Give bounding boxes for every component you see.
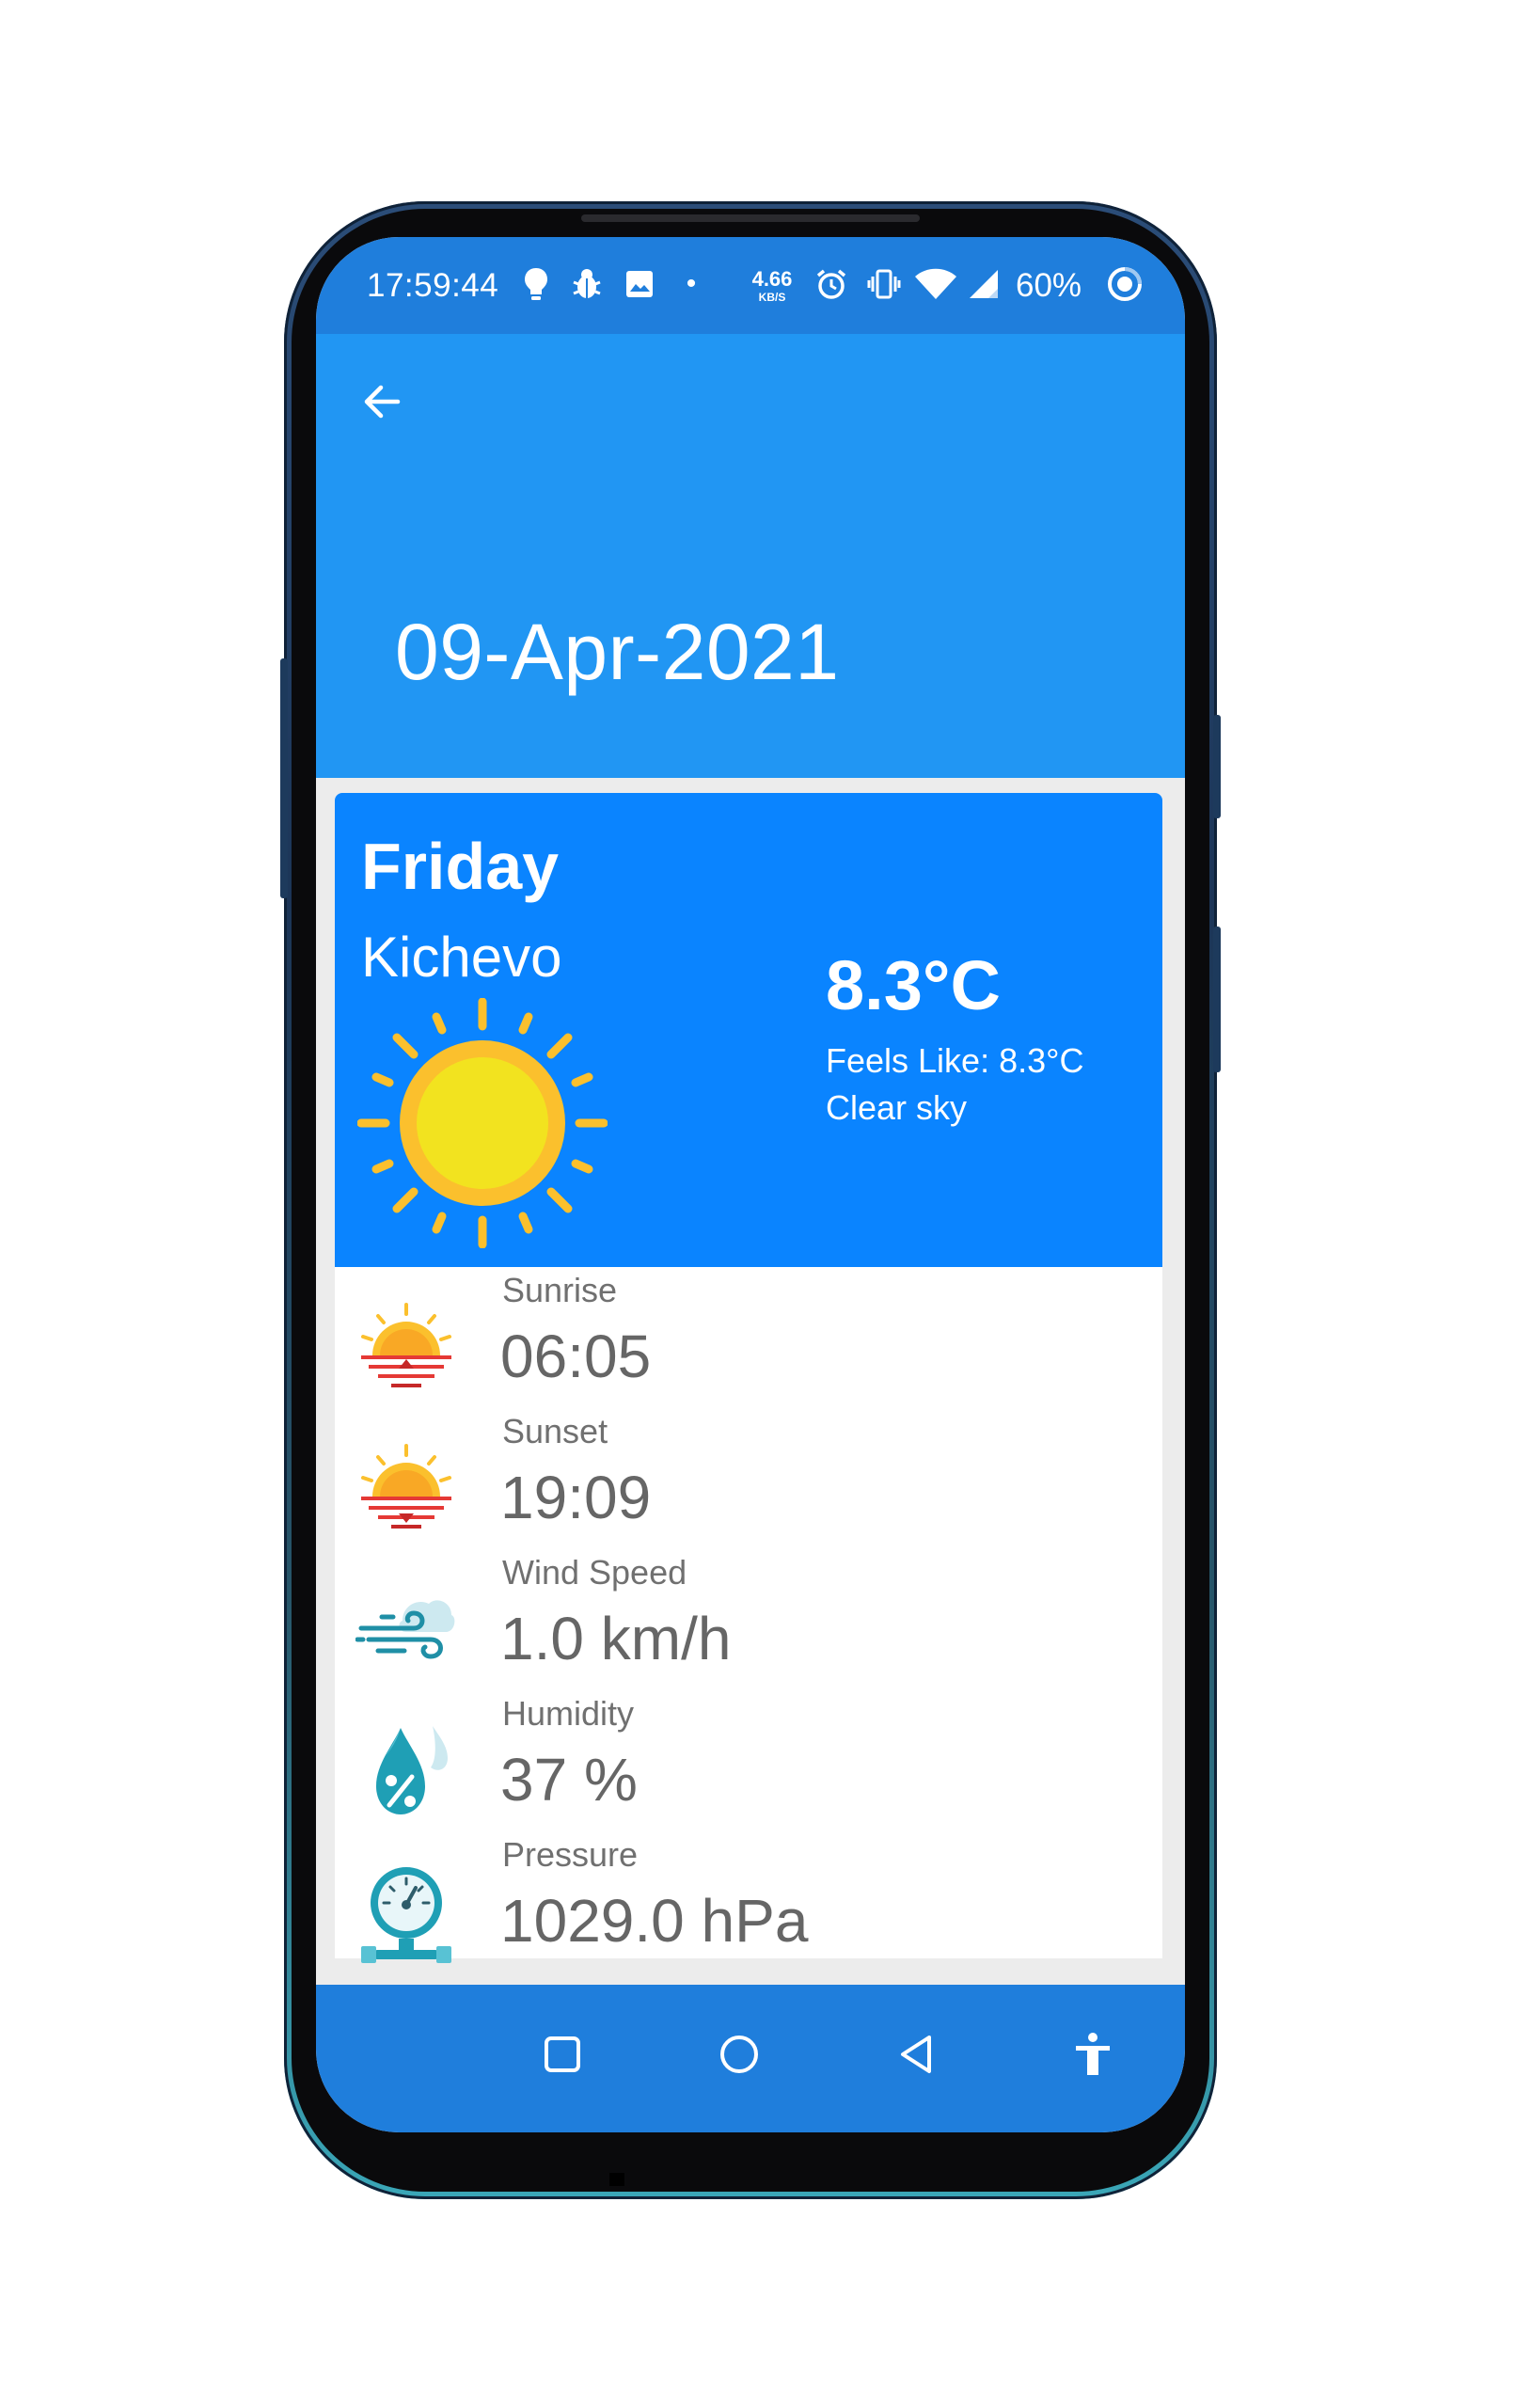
city-name: Kichevo: [361, 926, 562, 989]
vibrate-icon: [865, 263, 903, 305]
lightbulb-icon: [517, 263, 555, 305]
today-weather-card: Friday Kichevo 8.3°C Feels Like: 8.3°C C…: [335, 793, 1162, 1267]
detail-value: 1.0 km/h: [500, 1605, 732, 1672]
status-time: 17:59:44: [367, 267, 499, 304]
detail-label: Sunset: [502, 1412, 608, 1450]
navigation-bar: [316, 1985, 1185, 2132]
volume-button: [1213, 927, 1221, 1072]
detail-row-humidity: Humidity 37 %: [335, 1690, 1162, 1831]
alarm-icon: [813, 263, 850, 305]
temperature: 8.3°C: [826, 946, 1001, 1024]
signal-icon: [965, 263, 1003, 305]
net-speed: 4.66 KB/S: [744, 267, 800, 304]
detail-row-pressure: Pressure 1029.0 hPa: [335, 1831, 1162, 1972]
arrow-back-icon[interactable]: [354, 373, 410, 430]
earpiece: [581, 214, 920, 222]
bug-icon: [568, 263, 606, 305]
detail-label: Sunrise: [502, 1271, 618, 1309]
detail-row-sunrise: Sunrise 06:05: [335, 1267, 1162, 1408]
battery-saver-icon: [1106, 263, 1144, 305]
wind-icon: [355, 1579, 457, 1681]
condition: Clear sky: [826, 1088, 968, 1127]
humidity-icon: [355, 1720, 457, 1822]
net-speed-value: 4.66: [751, 267, 793, 291]
detail-label: Pressure: [502, 1835, 639, 1874]
detail-row-wind-speed: Wind Speed 1.0 km/h: [335, 1549, 1162, 1690]
detail-label: Wind Speed: [502, 1553, 687, 1592]
details-list: Sunrise 06:05 Sunset 19:09 Wind Speed 1.…: [335, 1267, 1162, 1963]
pressure-gauge-icon: [355, 1861, 457, 1963]
sunset-icon: [355, 1438, 457, 1540]
detail-row-sunset: Sunset 19:09: [335, 1408, 1162, 1549]
sun-icon: [356, 997, 608, 1249]
usb-port: [609, 2173, 624, 2186]
battery-text: 60%: [1016, 267, 1082, 304]
detail-value: 19:09: [500, 1464, 652, 1531]
net-speed-unit: KB/S: [758, 291, 786, 304]
back-triangle-icon[interactable]: [888, 2026, 944, 2083]
detail-value: 37 %: [500, 1746, 638, 1814]
screen: 17:59:44 • 4.66 KB/S 60% 09-Apr-2021 Fri…: [316, 237, 1185, 2132]
status-bar: 17:59:44 • 4.66 KB/S 60%: [316, 237, 1185, 334]
detail-label: Humidity: [502, 1694, 635, 1733]
sunrise-icon: [355, 1297, 457, 1399]
day-name: Friday: [361, 830, 560, 903]
accessibility-icon[interactable]: [1065, 2026, 1121, 2083]
alert-slider: [280, 658, 288, 898]
app-bar: 09-Apr-2021: [316, 334, 1185, 778]
recents-icon[interactable]: [534, 2026, 591, 2083]
image-icon: [621, 263, 658, 305]
home-icon[interactable]: [711, 2026, 767, 2083]
wifi-icon: [912, 263, 959, 305]
feels-like: Feels Like: 8.3°C: [826, 1041, 1084, 1080]
power-button: [1213, 715, 1221, 818]
detail-value: 1029.0 hPa: [500, 1887, 809, 1955]
page-title: 09-Apr-2021: [395, 608, 840, 696]
notification-dot: •: [686, 268, 697, 299]
detail-value: 06:05: [500, 1323, 652, 1390]
